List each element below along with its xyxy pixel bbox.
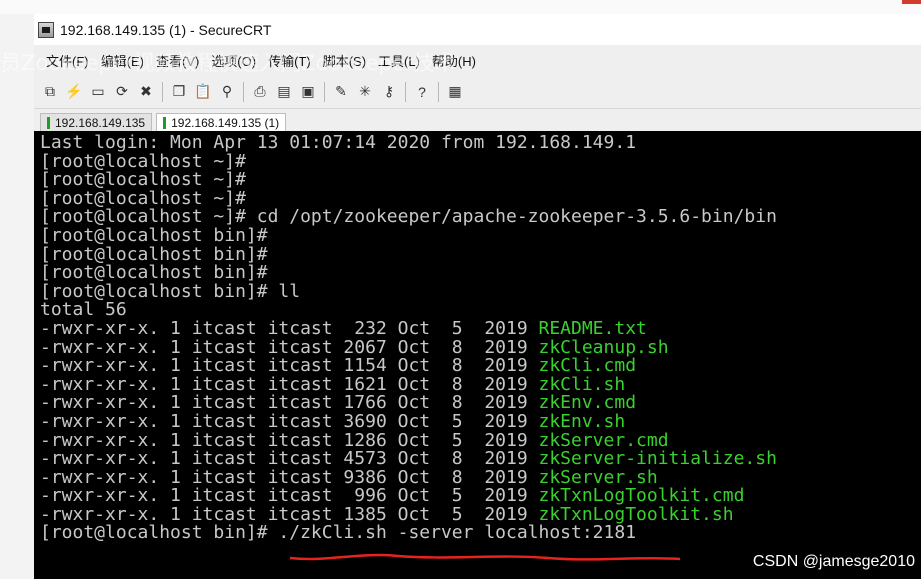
securecrt-window: 192.168.149.135 (1) - SecureCRT 文件(F) 编辑… [34, 14, 921, 579]
terminal-output: Last login: Mon Apr 13 01:07:14 2020 fro… [34, 131, 921, 543]
connected-indicator-icon [163, 116, 167, 129]
toolbar-separator [405, 81, 406, 102]
toolbar-separator [324, 81, 325, 102]
red-underline-annotation [289, 553, 681, 561]
print-setup-icon[interactable]: ▤ [274, 82, 294, 102]
keymap-icon[interactable]: ⚷ [379, 82, 399, 102]
tab-label: 192.168.149.135 [55, 115, 146, 130]
paste-icon[interactable]: 📋 [193, 82, 213, 102]
tab-label: 192.168.149.135 (1) [171, 115, 280, 130]
help-icon[interactable]: ? [412, 82, 432, 102]
sftp-icon[interactable]: ▦ [445, 82, 465, 102]
copy-icon[interactable]: ❐ [169, 82, 189, 102]
securecrt-app-icon[interactable] [38, 21, 54, 38]
tab-session-2[interactable]: 192.168.149.135 (1) [156, 113, 287, 131]
session-options-icon[interactable]: ✎ [331, 82, 351, 102]
window-title: 192.168.149.135 (1) - SecureCRT [60, 21, 272, 38]
tab-session-1[interactable]: 192.168.149.135 [40, 113, 153, 131]
terminal-command: ./zkCli.sh -server localhost:2181 [267, 522, 637, 544]
print-screen-icon[interactable]: ▣ [298, 82, 318, 102]
top-strip [0, 0, 921, 14]
video-title-overlay: 员Zookeeper视频教程快速入门Zookeeper技术 [0, 51, 456, 75]
toolbar: ⧉ ⚡ ▭ ⟳ ✖ ❐ 📋 ⚲ ⎙ ▤ ▣ ✎ ✳ ⚷ ? ▦ [34, 75, 921, 109]
find-icon[interactable]: ⚲ [217, 82, 237, 102]
toolbar-separator [162, 81, 163, 102]
corner-mark [902, 0, 921, 4]
toolbar-separator [243, 81, 244, 102]
csdn-watermark: CSDN @jamesge2010 [752, 553, 915, 570]
connected-indicator-icon [47, 116, 50, 129]
terminal-command: ll [267, 280, 301, 302]
title-bar: 192.168.149.135 (1) - SecureCRT [34, 14, 921, 45]
terminal-command: cd /opt/zookeeper/apache-zookeeper-3.5.6… [245, 206, 777, 228]
disconnect-icon[interactable]: ✖ [136, 82, 156, 102]
connect-icon[interactable]: ⧉ [40, 82, 60, 102]
global-options-icon[interactable]: ✳ [355, 82, 375, 102]
tab-connect-icon[interactable]: ▭ [88, 82, 108, 102]
reconnect-icon[interactable]: ⟳ [112, 82, 132, 102]
terminal-pane[interactable]: Last login: Mon Apr 13 01:07:14 2020 fro… [34, 131, 921, 579]
terminal-prompt: [root@localhost bin]# [40, 522, 268, 544]
quick-connect-icon[interactable]: ⚡ [64, 82, 84, 102]
left-strip [0, 14, 34, 579]
toolbar-separator [438, 81, 439, 102]
print-icon[interactable]: ⎙ [250, 82, 270, 102]
session-tab-bar: 192.168.149.135 192.168.149.135 (1) [34, 109, 921, 132]
